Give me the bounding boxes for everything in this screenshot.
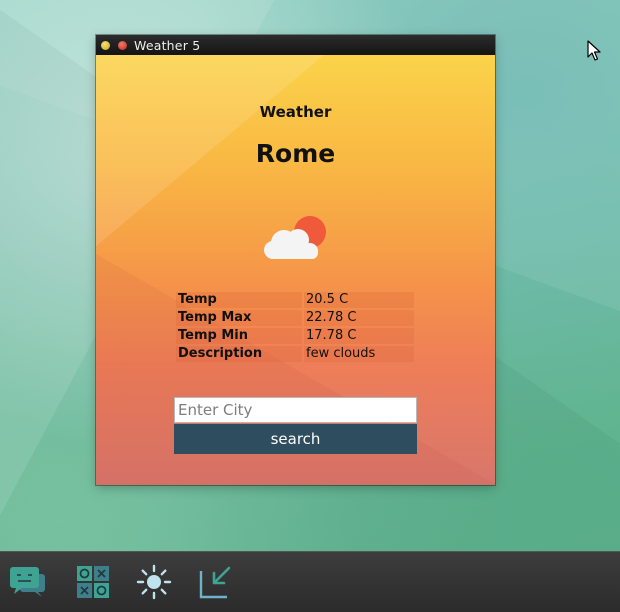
- temp-value: 20.5 C: [304, 292, 414, 308]
- city-search-input[interactable]: [174, 397, 417, 423]
- brightness-icon[interactable]: [134, 562, 174, 602]
- temp-min-label: Temp Min: [176, 328, 302, 344]
- table-row: Temp 20.5 C: [176, 292, 414, 308]
- description-value: few clouds: [304, 346, 414, 362]
- temp-max-value: 22.78 C: [304, 310, 414, 326]
- weather-window[interactable]: Weather 5 Weather Rome Temp 20.5 C Temp …: [96, 35, 495, 485]
- window-title: Weather 5: [134, 37, 201, 53]
- close-button[interactable]: [118, 40, 127, 50]
- minimize-window-icon[interactable]: [196, 562, 236, 602]
- table-row: Description few clouds: [176, 346, 414, 362]
- table-row: Temp Min 17.78 C: [176, 328, 414, 344]
- mouse-cursor-icon: [587, 40, 601, 61]
- minimize-button[interactable]: [101, 40, 110, 50]
- temp-min-value: 17.78 C: [304, 328, 414, 344]
- weather-panel: Weather Rome Temp 20.5 C Temp Max 22.78 …: [96, 55, 495, 485]
- table-row: Temp Max 22.78 C: [176, 310, 414, 326]
- weather-info-table: Temp 20.5 C Temp Max 22.78 C Temp Min 17…: [174, 290, 416, 364]
- temp-label: Temp: [176, 292, 302, 308]
- city-name: Rome: [255, 139, 336, 168]
- window-titlebar[interactable]: Weather 5: [96, 35, 495, 55]
- taskbar: [0, 551, 620, 612]
- few-clouds-icon: [264, 216, 326, 259]
- temp-max-label: Temp Max: [176, 310, 302, 326]
- description-label: Description: [176, 346, 302, 362]
- search-button[interactable]: search: [174, 424, 417, 454]
- chat-icon[interactable]: [8, 562, 48, 602]
- app-label: Weather: [259, 103, 332, 121]
- tic-tac-toe-icon[interactable]: [73, 562, 113, 602]
